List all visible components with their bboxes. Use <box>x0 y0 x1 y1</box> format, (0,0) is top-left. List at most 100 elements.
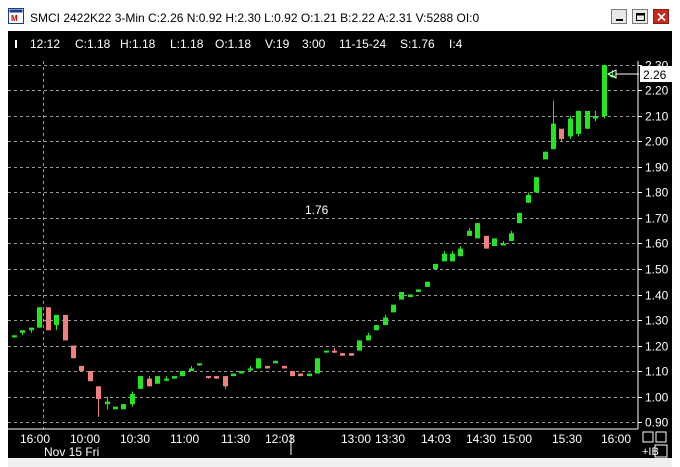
ib-toggle[interactable]: +IB <box>642 446 659 458</box>
candle <box>433 263 438 269</box>
candle-body <box>172 376 177 379</box>
candle-body <box>467 230 472 236</box>
time-axis: 16:00 10:00 10:30 11:00 11:30 12:03 13:00 13:30… <box>8 428 638 458</box>
candle-body <box>509 233 514 241</box>
zoom-out-button[interactable] <box>642 431 654 443</box>
candle <box>121 404 126 410</box>
candle-body <box>593 116 598 119</box>
candle <box>585 110 590 129</box>
candle <box>273 360 278 364</box>
candle <box>130 391 135 407</box>
candle <box>307 373 312 377</box>
candle-body <box>357 340 362 351</box>
candle-body <box>517 212 522 224</box>
candle <box>374 325 379 331</box>
candle <box>180 371 185 377</box>
close-button[interactable] <box>653 9 669 24</box>
candle <box>37 307 42 328</box>
candle <box>282 365 287 369</box>
time-tick-label: 16:00 <box>601 432 631 446</box>
candle <box>492 238 497 247</box>
candle-body <box>383 317 388 326</box>
candle <box>256 358 261 369</box>
time-tick-label: 14:30 <box>466 432 496 446</box>
title-bar[interactable]: M SMCI 2422K22 3-Min C:2.26 N:0.92 H:2.3… <box>0 0 680 31</box>
candle-body <box>63 314 68 341</box>
candle <box>442 251 447 262</box>
candle-body <box>290 371 295 377</box>
candle-body <box>433 263 438 269</box>
price-tick-label: 2.00 <box>645 135 669 149</box>
candle <box>484 235 489 249</box>
candle-body <box>138 376 143 389</box>
time-tick-label: 11:00 <box>170 432 199 446</box>
svg-text:M: M <box>11 14 18 23</box>
candle <box>105 396 110 410</box>
price-tick-label: 1.40 <box>645 289 669 303</box>
candle-body <box>534 177 539 193</box>
candle <box>155 376 160 384</box>
date-sublabel: Nov 15 Fri <box>44 445 99 458</box>
candle <box>164 376 169 382</box>
candle <box>509 230 514 241</box>
candle-body <box>559 128 564 139</box>
zoom-in-button[interactable] <box>655 431 667 443</box>
candle-body <box>155 376 160 384</box>
candle <box>324 350 329 353</box>
candle <box>383 314 388 326</box>
close-icon <box>657 12 666 22</box>
candle-body <box>282 365 287 369</box>
candle-body <box>484 235 489 249</box>
candle-body <box>475 223 480 239</box>
price-tick-label: 0.90 <box>645 416 669 430</box>
price-chart[interactable]: 0.90 1.00 1.10 1.20 1.30 1.40 1.50 1.60 1.70 1.80… <box>8 31 672 458</box>
minimize-button[interactable] <box>611 9 627 24</box>
candle-body <box>324 350 329 353</box>
window-title: SMCI 2422K22 3-Min C:2.26 N:0.92 H:2.30 … <box>30 11 480 25</box>
price-tick-label: 1.30 <box>645 314 669 328</box>
candle <box>20 330 25 336</box>
candle <box>391 304 396 313</box>
candle-body <box>340 353 345 356</box>
candle-body <box>349 353 354 356</box>
candle <box>543 151 548 160</box>
candle-body <box>543 151 548 160</box>
candle <box>12 335 17 338</box>
candle-body <box>231 373 236 377</box>
candle <box>315 358 320 374</box>
candle <box>147 376 152 387</box>
candle-body <box>315 358 320 374</box>
candle-body <box>197 363 202 366</box>
price-axis: 0.90 1.00 1.10 1.20 1.30 1.40 1.50 1.60 1.70 1.80… <box>637 59 669 430</box>
minimize-icon <box>616 19 623 21</box>
candle-body <box>256 358 261 369</box>
candle <box>576 110 581 137</box>
candle <box>197 363 202 366</box>
candle-body <box>189 368 194 371</box>
candle-body <box>298 373 303 377</box>
candle <box>248 365 253 371</box>
candle <box>46 307 51 331</box>
candle <box>206 376 211 379</box>
candle <box>239 371 244 374</box>
candle-body <box>458 248 463 257</box>
candle-body <box>105 401 110 405</box>
maximize-button[interactable] <box>632 9 648 24</box>
candle <box>88 371 93 382</box>
price-tick-label: 2.10 <box>645 110 669 124</box>
price-tick-label: 2.20 <box>645 84 669 98</box>
candle-body <box>408 294 413 298</box>
candle-body <box>374 325 379 331</box>
candle <box>298 373 303 377</box>
chart-area[interactable]: 12:12 C:1.18 H:1.18 L:1.18 O:1.18 V:19 3… <box>8 31 672 458</box>
candle-body <box>399 291 404 300</box>
candle-body <box>113 406 118 410</box>
candle-body <box>223 376 228 387</box>
candle <box>172 376 177 379</box>
price-tick-label: 1.80 <box>645 186 669 200</box>
candle-body <box>425 281 430 287</box>
candles <box>12 65 615 417</box>
candle <box>96 386 101 417</box>
candle <box>526 192 531 203</box>
candle-body <box>79 365 84 371</box>
